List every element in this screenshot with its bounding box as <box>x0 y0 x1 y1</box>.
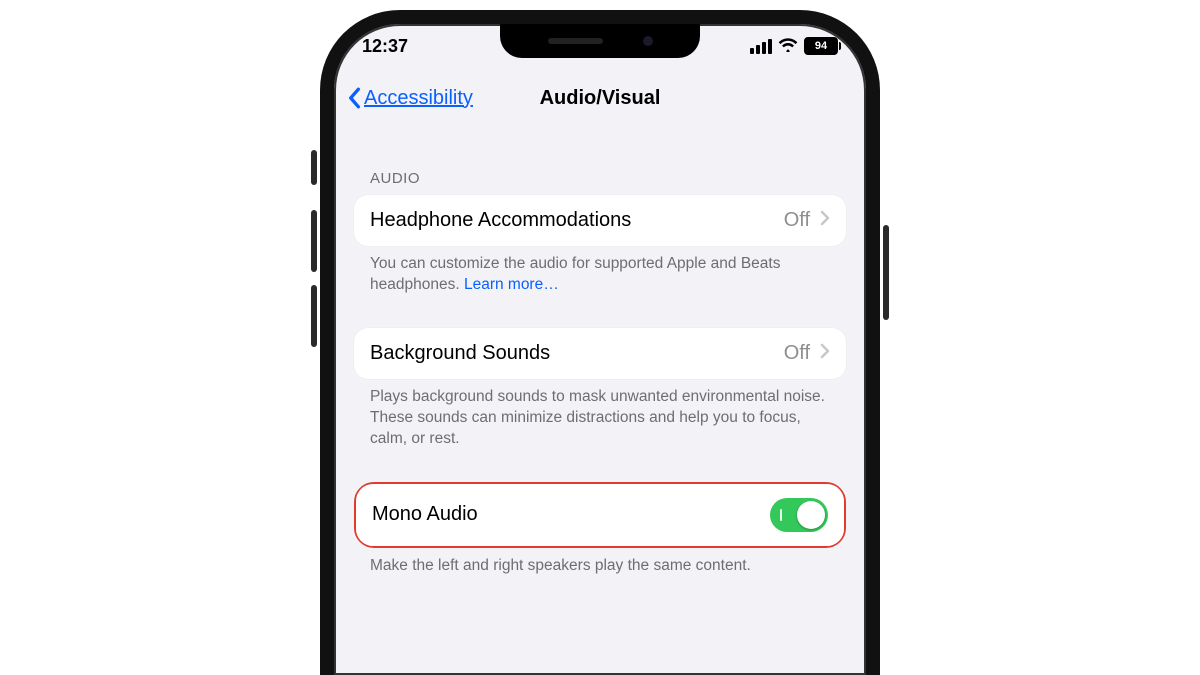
cellular-signal-icon <box>750 39 772 54</box>
volume-down-button <box>311 285 317 347</box>
row-footer-mono-audio: Make the left and right speakers play th… <box>370 556 830 577</box>
wifi-icon <box>778 36 798 57</box>
row-value: Off <box>784 209 810 232</box>
row-value: Off <box>784 342 810 365</box>
status-bar: 12:37 94 <box>334 30 866 62</box>
back-label: Accessibility <box>364 87 473 110</box>
page-title: Audio/Visual <box>540 87 661 110</box>
row-label: Headphone Accommodations <box>370 209 631 232</box>
mono-audio-toggle[interactable] <box>770 498 828 532</box>
status-time: 12:37 <box>362 36 408 57</box>
chevron-left-icon <box>346 87 362 109</box>
phone-frame: 12:37 94 Accessibility Audio/Visual AUDI <box>320 10 880 675</box>
row-headphone-accommodations[interactable]: Headphone Accommodations Off <box>354 195 846 246</box>
battery-percentage: 94 <box>815 40 827 52</box>
volume-up-button <box>311 210 317 272</box>
learn-more-link[interactable]: Learn more… <box>464 276 559 293</box>
chevron-right-icon <box>820 209 830 232</box>
battery-icon: 94 <box>804 37 838 55</box>
nav-header: Accessibility Audio/Visual <box>334 76 866 120</box>
highlight-annotation: Mono Audio <box>354 482 846 548</box>
row-mono-audio[interactable]: Mono Audio <box>356 484 844 546</box>
row-background-sounds[interactable]: Background Sounds Off <box>354 328 846 379</box>
back-button[interactable]: Accessibility <box>346 87 473 110</box>
row-footer-headphone: You can customize the audio for supporte… <box>370 254 830 296</box>
power-button <box>883 225 889 320</box>
settings-content: AUDIO Headphone Accommodations Off You c… <box>334 134 866 675</box>
section-header-audio: AUDIO <box>370 170 830 187</box>
row-footer-background-sounds: Plays background sounds to mask unwanted… <box>370 387 830 450</box>
chevron-right-icon <box>820 342 830 365</box>
ringer-switch <box>311 150 317 185</box>
row-label: Background Sounds <box>370 342 550 365</box>
row-label: Mono Audio <box>372 503 478 526</box>
